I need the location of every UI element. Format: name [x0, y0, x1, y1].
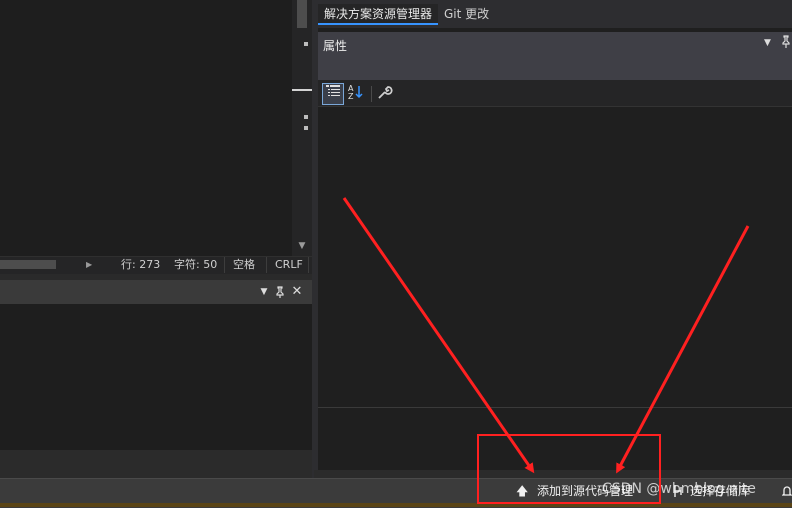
chevron-down-icon[interactable]: ▼	[257, 285, 271, 299]
status-divider	[308, 257, 309, 273]
pin-icon[interactable]	[273, 285, 287, 299]
close-icon[interactable]: ✕	[290, 285, 304, 299]
pin-icon[interactable]	[780, 35, 792, 52]
bell-icon[interactable]	[781, 483, 792, 499]
line-number-indicator[interactable]: 行: 273	[121, 256, 160, 274]
svg-text:Z: Z	[348, 92, 354, 101]
char-position-indicator[interactable]: 字符: 50	[174, 256, 217, 274]
horizontal-scroll-thumb[interactable]	[0, 260, 56, 269]
toolbar-separator	[371, 86, 372, 102]
categorized-icon[interactable]	[322, 83, 344, 105]
status-divider	[266, 257, 267, 273]
tab-git-changes[interactable]: Git 更改	[438, 4, 495, 25]
scroll-map-marker	[304, 126, 308, 130]
vertical-scroll-thumb[interactable]	[297, 0, 307, 28]
annotation-highlight-box	[477, 434, 661, 504]
code-editor[interactable]	[0, 0, 292, 256]
status-divider	[224, 257, 225, 273]
lower-panel-area	[0, 450, 314, 478]
whitespace-indicator[interactable]: 空格	[233, 256, 255, 274]
editor-vertical-scrollbar[interactable]	[292, 0, 312, 256]
properties-title: 属性	[323, 39, 348, 53]
tab-solution-explorer[interactable]: 解决方案资源管理器	[318, 4, 439, 25]
property-grid[interactable]	[318, 107, 792, 407]
alphabetical-icon[interactable]: AZ	[346, 83, 366, 103]
tool-panel-body	[0, 304, 313, 450]
scroll-map-marker	[304, 42, 308, 46]
status-bar-stripe	[0, 503, 792, 507]
scroll-down-arrow-icon[interactable]: ▼	[296, 240, 308, 252]
scroll-right-arrow-icon[interactable]: ▶	[86, 258, 96, 272]
properties-header	[318, 32, 792, 80]
line-ending-indicator[interactable]: CRLF	[275, 256, 303, 274]
property-pages-icon[interactable]	[375, 83, 395, 103]
chevron-down-icon[interactable]: ▼	[764, 38, 771, 48]
scroll-map-marker	[304, 115, 308, 119]
scroll-map-caret-line	[292, 89, 312, 91]
